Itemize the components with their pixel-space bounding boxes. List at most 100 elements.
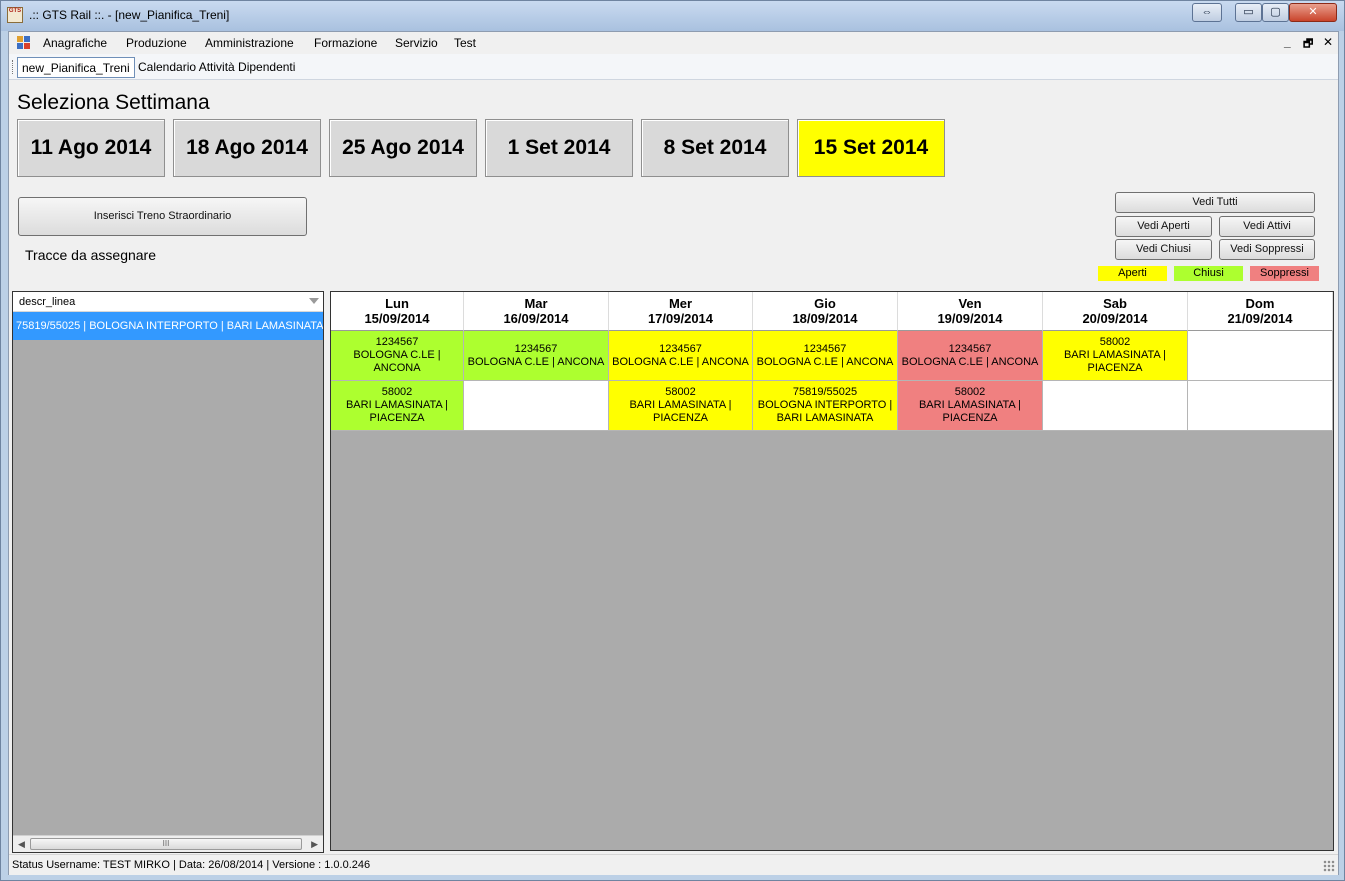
tracce-label: Tracce da assegnare (25, 247, 156, 263)
train-route: BOLOGNA INTERPORTO | BARI LAMASINATA (757, 399, 893, 424)
mdi-close-button[interactable]: ✕ (1323, 35, 1333, 49)
day-date: 20/09/2014 (1082, 311, 1148, 326)
menu-servizio[interactable]: Servizio (395, 36, 438, 50)
train-code: 58002 (381, 386, 413, 398)
legend-chiusi: Chiusi (1174, 266, 1243, 281)
mdi-minimize-button[interactable]: _ (1284, 35, 1291, 49)
menu-anagrafiche[interactable]: Anagrafiche (43, 36, 107, 50)
toolstrip-grip[interactable] (12, 60, 14, 74)
train-code: 58002 (954, 386, 986, 398)
vedi-tutti-button[interactable]: Vedi Tutti (1115, 192, 1315, 213)
app-icon: GTS (7, 7, 23, 23)
day-header-3[interactable]: Gio 18/09/2014 (753, 292, 898, 331)
day-date: 19/09/2014 (937, 311, 1003, 326)
day-name: Lun (385, 296, 409, 311)
calendar-cell[interactable]: 58002 BARI LAMASINATA | PIACENZA (1043, 331, 1188, 381)
calendar-cell[interactable]: 1234567 BOLOGNA C.LE | ANCONA (753, 331, 898, 381)
mdi-child-icon[interactable] (17, 36, 31, 50)
day-name: Gio (814, 296, 836, 311)
day-header-5[interactable]: Sab 20/09/2014 (1043, 292, 1188, 331)
day-date: 16/09/2014 (503, 311, 569, 326)
resize-toggle-button[interactable]: ⇔ (1192, 3, 1222, 22)
train-route: BOLOGNA C.LE | ANCONA (901, 355, 1039, 368)
day-header-6[interactable]: Dom 21/09/2014 (1188, 292, 1333, 331)
train-code: 1234567 (948, 342, 992, 355)
calendar-cell[interactable]: 1234567 BOLOGNA C.LE | ANCONA (464, 331, 609, 381)
train-route: BOLOGNA C.LE | ANCONA (467, 355, 605, 368)
sort-arrow-icon (309, 298, 319, 304)
week-button-4[interactable]: 8 Set 2014 (641, 119, 789, 177)
day-header-2[interactable]: Mer 17/09/2014 (609, 292, 753, 331)
tab-new-pianifica-treni[interactable]: new_Pianifica_Treni (17, 57, 135, 78)
status-text: Status Username: TEST MIRKO | Data: 26/0… (12, 859, 371, 871)
mdi-restore-button[interactable]: 🗗 (1303, 35, 1313, 54)
week-button-3[interactable]: 1 Set 2014 (485, 119, 633, 177)
menu-amministrazione[interactable]: Amministrazione (205, 36, 294, 50)
menu-produzione[interactable]: Produzione (126, 36, 187, 50)
minimize-button[interactable]: ▭ (1235, 3, 1262, 22)
train-code: 75819/55025 (792, 386, 858, 398)
vedi-soppressi-button[interactable]: Vedi Soppressi (1219, 239, 1315, 260)
day-date: 21/09/2014 (1227, 311, 1293, 326)
scroll-thumb[interactable]: III (30, 838, 302, 850)
train-route: BARI LAMASINATA | PIACENZA (918, 399, 1022, 424)
calendar-cell[interactable]: 58002 BARI LAMASINATA | PIACENZA (898, 381, 1043, 431)
calendar-cell[interactable]: 58002 BARI LAMASINATA | PIACENZA (609, 381, 753, 431)
week-button-0[interactable]: 11 Ago 2014 (17, 119, 165, 177)
day-name: Sab (1103, 296, 1127, 311)
day-name: Mer (668, 296, 693, 311)
scroll-right-icon[interactable]: ▶ (311, 839, 318, 850)
menu-test[interactable]: Test (454, 36, 476, 50)
vedi-aperti-button[interactable]: Vedi Aperti (1115, 216, 1212, 237)
day-header-1[interactable]: Mar 16/09/2014 (464, 292, 609, 331)
tracce-list: descr_linea 75819/55025 | BOLOGNA INTERP… (12, 291, 324, 853)
train-code: 1234567 (659, 342, 702, 355)
horizontal-scrollbar[interactable]: ◀ III ▶ (13, 835, 323, 852)
train-code: 1234567 (803, 342, 847, 355)
window-title: .:: GTS Rail ::. - [new_Pianifica_Treni] (29, 8, 230, 22)
list-item[interactable]: 75819/55025 | BOLOGNA INTERPORTO | BARI … (13, 312, 323, 340)
menu-formazione[interactable]: Formazione (314, 36, 377, 50)
calendar-cell[interactable] (1188, 381, 1333, 431)
day-date: 17/09/2014 (647, 311, 714, 326)
train-route: BOLOGNA C.LE | ANCONA (756, 355, 894, 368)
calendar-cell[interactable]: 1234567 BOLOGNA C.LE | ANCONA (609, 331, 753, 381)
calendar-cell[interactable] (1043, 381, 1188, 431)
calendar-cell[interactable]: 75819/55025 BOLOGNA INTERPORTO | BARI LAM… (753, 381, 898, 431)
day-header-4[interactable]: Ven 19/09/2014 (898, 292, 1043, 331)
day-name: Mar (524, 296, 548, 311)
calendar-cell[interactable] (1188, 331, 1333, 381)
menu-bar: Anagrafiche Produzione Amministrazione F… (9, 32, 1338, 54)
resize-grip-icon[interactable] (1323, 860, 1335, 872)
calendar-cell[interactable]: 1234567 BOLOGNA C.LE | ANCONA (331, 331, 464, 381)
day-date: 15/09/2014 (364, 311, 430, 326)
page-title: Seleziona Settimana (17, 91, 210, 114)
week-button-1[interactable]: 18 Ago 2014 (173, 119, 321, 177)
week-button-2[interactable]: 25 Ago 2014 (329, 119, 477, 177)
day-header-0[interactable]: Lun 15/09/2014 (331, 292, 464, 331)
train-route: BARI LAMASINATA | PIACENZA (629, 399, 732, 424)
day-name: Dom (1245, 296, 1275, 311)
title-bar[interactable]: GTS .:: GTS Rail ::. - [new_Pianifica_Tr… (1, 1, 1344, 31)
column-header-label: descr_linea (19, 296, 76, 308)
close-button[interactable]: ✕ (1289, 3, 1337, 22)
column-header-descr-linea[interactable]: descr_linea (13, 292, 323, 312)
app-window: GTS .:: GTS Rail ::. - [new_Pianifica_Tr… (0, 0, 1345, 881)
vedi-chiusi-button[interactable]: Vedi Chiusi (1115, 239, 1212, 260)
day-date: 18/09/2014 (792, 311, 858, 326)
mdi-client: Anagrafiche Produzione Amministrazione F… (8, 31, 1339, 875)
scroll-left-icon[interactable]: ◀ (18, 839, 25, 850)
calendar-cell[interactable]: 58002 BARI LAMASINATA | PIACENZA (331, 381, 464, 431)
week-button-5-selected[interactable]: 15 Set 2014 (797, 119, 945, 177)
calendar-cell[interactable] (464, 381, 609, 431)
train-route: BOLOGNA C.LE | ANCONA (612, 355, 749, 368)
calendar-cell[interactable]: 1234567 BOLOGNA C.LE | ANCONA (898, 331, 1043, 381)
insert-extra-train-button[interactable]: Inserisci Treno Straordinario (18, 197, 307, 236)
maximize-button[interactable]: ▢ (1262, 3, 1289, 22)
day-name: Ven (958, 296, 982, 311)
train-code: 58002 (1099, 336, 1131, 348)
status-bar: Status Username: TEST MIRKO | Data: 26/0… (9, 854, 1338, 875)
train-route: BOLOGNA C.LE | ANCONA (353, 349, 441, 374)
vedi-attivi-button[interactable]: Vedi Attivi (1219, 216, 1315, 237)
tab-calendario-attivita-dipendenti[interactable]: Calendario Attività Dipendenti (134, 57, 299, 78)
